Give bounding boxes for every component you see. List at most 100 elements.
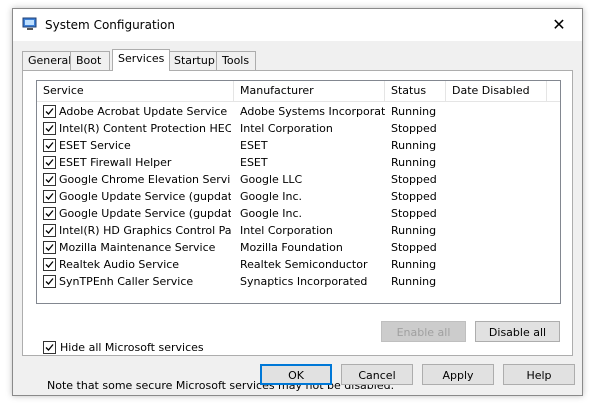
service-date-disabled bbox=[452, 171, 542, 188]
table-row[interactable]: Adobe Acrobat Update Service Adobe System… bbox=[37, 103, 560, 120]
checkmark-icon bbox=[45, 344, 54, 351]
title-bar[interactable]: System Configuration ✕ bbox=[13, 9, 582, 41]
checkmark-icon bbox=[45, 278, 54, 285]
service-checkbox[interactable] bbox=[43, 258, 56, 271]
hide-microsoft-services-label: Hide all Microsoft services bbox=[60, 341, 204, 354]
table-row[interactable]: SynTPEnh Caller Service Synaptics Incorpo… bbox=[37, 273, 560, 290]
service-checkbox[interactable] bbox=[43, 275, 56, 288]
disable-all-button[interactable]: Disable all bbox=[475, 321, 560, 342]
services-list[interactable]: Service Manufacturer Status Date Disable… bbox=[36, 80, 561, 304]
checkmark-icon bbox=[45, 261, 54, 268]
apply-button[interactable]: Apply bbox=[422, 364, 494, 385]
tab-services[interactable]: Services bbox=[112, 49, 170, 71]
service-checkbox[interactable] bbox=[43, 207, 56, 220]
table-row[interactable]: Google Update Service (gupdate) Google In… bbox=[37, 188, 560, 205]
service-date-disabled bbox=[452, 103, 542, 120]
service-checkbox[interactable] bbox=[43, 139, 56, 152]
service-name: Intel(R) Content Protection HEC... bbox=[59, 122, 231, 135]
service-checkbox[interactable] bbox=[43, 190, 56, 203]
service-manufacturer: Realtek Semiconductor bbox=[240, 258, 368, 271]
checkmark-icon bbox=[45, 108, 54, 115]
tab-tools[interactable]: Tools bbox=[216, 51, 256, 70]
service-status: Stopped bbox=[391, 207, 437, 220]
system-configuration-window: System Configuration ✕ General Boot Serv… bbox=[12, 8, 583, 396]
table-row[interactable]: Google Update Service (gupdatem) Google I… bbox=[37, 205, 560, 222]
service-status: Stopped bbox=[391, 241, 437, 254]
system-config-icon bbox=[22, 17, 38, 31]
ok-button[interactable]: OK bbox=[260, 364, 332, 385]
service-manufacturer: Intel Corporation bbox=[240, 122, 333, 135]
checkmark-icon bbox=[45, 210, 54, 217]
service-date-disabled bbox=[452, 120, 542, 137]
service-checkbox[interactable] bbox=[43, 173, 56, 186]
table-row[interactable]: Intel(R) HD Graphics Control Pa... Intel … bbox=[37, 222, 560, 239]
window-title: System Configuration bbox=[45, 18, 175, 32]
table-row[interactable]: Realtek Audio Service Realtek Semiconduct… bbox=[37, 256, 560, 273]
table-row[interactable]: ESET Service ESET Running bbox=[37, 137, 560, 154]
help-button[interactable]: Help bbox=[503, 364, 575, 385]
table-row[interactable]: Intel(R) Content Protection HEC... Intel … bbox=[37, 120, 560, 137]
service-status: Running bbox=[391, 156, 437, 169]
column-header-status[interactable]: Status bbox=[385, 81, 446, 101]
table-row[interactable]: ESET Firewall Helper ESET Running bbox=[37, 154, 560, 171]
service-manufacturer: Google Inc. bbox=[240, 190, 303, 203]
tab-startup[interactable]: Startup bbox=[168, 51, 218, 70]
service-status: Stopped bbox=[391, 190, 437, 203]
service-manufacturer: Intel Corporation bbox=[240, 224, 333, 237]
service-manufacturer: Mozilla Foundation bbox=[240, 241, 343, 254]
checkmark-icon bbox=[45, 227, 54, 234]
service-name: Intel(R) HD Graphics Control Pa... bbox=[59, 224, 231, 237]
service-manufacturer: Adobe Systems Incorporated bbox=[240, 105, 385, 118]
service-status: Running bbox=[391, 275, 437, 288]
service-date-disabled bbox=[452, 222, 542, 239]
column-header-manufacturer[interactable]: Manufacturer bbox=[234, 81, 385, 101]
service-status: Running bbox=[391, 224, 437, 237]
service-checkbox[interactable] bbox=[43, 122, 56, 135]
checkmark-icon bbox=[45, 176, 54, 183]
checkmark-icon bbox=[45, 125, 54, 132]
service-checkbox[interactable] bbox=[43, 241, 56, 254]
services-panel: Service Manufacturer Status Date Disable… bbox=[22, 70, 573, 392]
service-manufacturer: Synaptics Incorporated bbox=[240, 275, 368, 288]
service-checkbox[interactable] bbox=[43, 105, 56, 118]
service-checkbox[interactable] bbox=[43, 224, 56, 237]
checkmark-icon bbox=[45, 159, 54, 166]
service-status: Running bbox=[391, 105, 437, 118]
service-name: Mozilla Maintenance Service bbox=[59, 241, 216, 254]
service-date-disabled bbox=[452, 256, 542, 273]
service-status: Stopped bbox=[391, 122, 437, 135]
list-header: Service Manufacturer Status Date Disable… bbox=[37, 81, 560, 102]
service-name: SynTPEnh Caller Service bbox=[59, 275, 194, 288]
column-header-service[interactable]: Service bbox=[37, 81, 234, 101]
service-name: Google Update Service (gupdate) bbox=[59, 190, 231, 203]
cancel-button[interactable]: Cancel bbox=[341, 364, 413, 385]
service-status: Running bbox=[391, 139, 437, 152]
tab-general[interactable]: General bbox=[22, 51, 72, 70]
table-row[interactable]: Google Chrome Elevation Servic... Google … bbox=[37, 171, 560, 188]
tab-boot[interactable]: Boot bbox=[70, 51, 110, 70]
service-manufacturer: Google LLC bbox=[240, 173, 303, 186]
service-date-disabled bbox=[452, 239, 542, 256]
checkmark-icon bbox=[45, 244, 54, 251]
service-checkbox[interactable] bbox=[43, 156, 56, 169]
table-row[interactable]: Mozilla Maintenance Service Mozilla Found… bbox=[37, 239, 560, 256]
service-date-disabled bbox=[452, 205, 542, 222]
checkmark-icon bbox=[45, 193, 54, 200]
service-name: Google Update Service (gupdatem) bbox=[59, 207, 231, 220]
checkmark-icon bbox=[45, 142, 54, 149]
service-date-disabled bbox=[452, 137, 542, 154]
service-manufacturer: ESET bbox=[240, 156, 268, 169]
hide-microsoft-services-checkbox[interactable] bbox=[43, 341, 56, 354]
service-name: Adobe Acrobat Update Service bbox=[59, 105, 228, 118]
enable-all-button[interactable]: Enable all bbox=[381, 321, 466, 342]
service-date-disabled bbox=[452, 273, 542, 290]
column-header-date-disabled[interactable]: Date Disabled bbox=[446, 81, 547, 101]
service-name: ESET Service bbox=[59, 139, 131, 152]
service-status: Stopped bbox=[391, 173, 437, 186]
service-date-disabled bbox=[452, 154, 542, 171]
service-manufacturer: ESET bbox=[240, 139, 268, 152]
service-manufacturer: Google Inc. bbox=[240, 207, 303, 220]
service-name: Realtek Audio Service bbox=[59, 258, 180, 271]
close-icon[interactable]: ✕ bbox=[536, 9, 582, 41]
service-name: Google Chrome Elevation Servic... bbox=[59, 173, 231, 186]
